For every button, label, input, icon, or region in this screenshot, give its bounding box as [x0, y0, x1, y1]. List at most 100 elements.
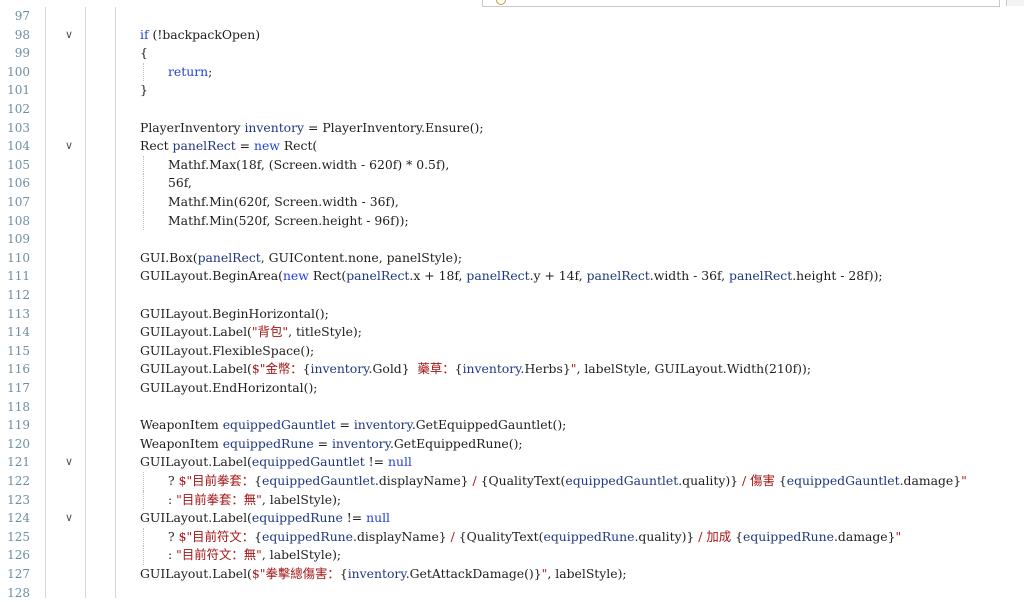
fold-chevron-icon[interactable]: ∨	[62, 26, 76, 44]
code-token: .y + 14f,	[529, 268, 587, 284]
code-text: PlayerInventory inventory = PlayerInvent…	[140, 119, 484, 137]
code-line[interactable]: 105 Mathf.Max(18f, (Screen.width - 620f) …	[0, 155, 1024, 175]
code-text: }	[140, 81, 148, 99]
code-line[interactable]: 108 Mathf.Min(520f, Screen.height - 96f))…	[0, 211, 1024, 231]
code-token: panelRect	[466, 268, 530, 284]
line-number: 99	[14, 46, 30, 61]
code-line[interactable]: 97	[0, 7, 1024, 25]
code-line[interactable]: 114 GUILayout.Label("背包", titleStyle);	[0, 323, 1024, 341]
code-line[interactable]: 101}	[0, 81, 1024, 99]
code-line[interactable]: 109	[0, 230, 1024, 248]
code-line[interactable]: 117 GUILayout.EndHorizontal();	[0, 379, 1024, 397]
code-token: .GetEquippedGauntlet();	[411, 417, 567, 433]
code-token: "目前拳套：無"	[176, 491, 262, 507]
code-line[interactable]: 115 GUILayout.FlexibleSpace();	[0, 342, 1024, 360]
indent-guide	[143, 490, 144, 510]
code-token: :	[168, 491, 177, 507]
code-token: "	[895, 528, 902, 544]
code-line[interactable]: 112	[0, 286, 1024, 304]
code-line[interactable]: 111 GUILayout.BeginArea(new Rect(panelRec…	[0, 267, 1024, 285]
code-token: "目前符文：無"	[176, 547, 262, 563]
code-line[interactable]: 118	[0, 398, 1024, 416]
code-line[interactable]: 121 ∨ GUILayout.Label(equippedGauntlet != …	[0, 453, 1024, 471]
indent-guide	[143, 546, 144, 565]
code-token: null	[366, 510, 390, 526]
code-token: =	[335, 417, 354, 433]
code-token: (!backpackOpen)	[148, 26, 261, 42]
code-token: Rect(	[308, 268, 347, 284]
indent-guide	[143, 472, 144, 491]
line-number: 113	[7, 306, 30, 321]
code-line[interactable]: 113 GUILayout.BeginHorizontal();	[0, 305, 1024, 323]
code-line[interactable]: 125? $"目前符文：{equippedRune.displayName} /…	[0, 527, 1024, 547]
code-text: Mathf.Max(18f, (Screen.width - 620f) * 0…	[168, 156, 449, 174]
code-line[interactable]: 123: "目前拳套：無", labelStyle);	[0, 490, 1024, 510]
code-text: return;	[168, 63, 212, 81]
line-number: 118	[7, 399, 30, 414]
code-token: !=	[364, 454, 388, 470]
code-token: {	[140, 45, 148, 61]
code-token: GUILayout.BeginHorizontal();	[140, 305, 329, 321]
code-line[interactable]: 106 56f,	[0, 174, 1024, 193]
code-text: {	[140, 44, 148, 62]
code-token: equippedRune	[222, 435, 314, 451]
code-token: GUILayout.FlexibleSpace();	[140, 342, 315, 358]
code-token: .height - 28f));	[792, 268, 883, 284]
code-text: GUILayout.FlexibleSpace();	[140, 342, 314, 360]
code-token: GUILayout.BeginArea(	[140, 268, 283, 284]
code-line[interactable]: 100 return;	[0, 62, 1024, 82]
code-token: equippedGauntlet	[786, 473, 900, 488]
code-line[interactable]: 104 ∨ Rect panelRect = new Rect(	[0, 137, 1024, 155]
indent-guide	[143, 62, 144, 82]
code-line[interactable]: 98 ∨ if (!backpackOpen)	[0, 26, 1024, 44]
code-line[interactable]: 127 GUILayout.Label($"拳擊總傷害：{inventory.Ge…	[0, 565, 1024, 583]
fold-chevron-icon[interactable]: ∨	[62, 453, 76, 471]
code-line[interactable]: 124 ∨ GUILayout.Label(equippedRune != null	[0, 509, 1024, 527]
split-button[interactable]	[1006, 0, 1024, 6]
code-line[interactable]: 120 WeaponItem equippedRune = inventory.G…	[0, 435, 1024, 453]
code-text: ? $"目前符文：{equippedRune.displayName} / {Q…	[168, 528, 901, 546]
code-token: .GetEquippedRune();	[389, 435, 523, 451]
code-token: Mathf.Min(620f, Screen.width - 36f),	[168, 194, 399, 209]
code-line[interactable]: 126: "目前符文：無", labelStyle);	[0, 546, 1024, 565]
code-token: , labelStyle, GUILayout.Width(210f));	[576, 361, 812, 377]
code-line[interactable]: 110 GUI.Box(panelRect, GUIContent.none, p…	[0, 249, 1024, 267]
code-token: $"目前符文：	[178, 528, 255, 544]
code-token: Mathf.Min(520f, Screen.height - 96f));	[168, 212, 409, 228]
code-token: /	[468, 473, 481, 488]
code-line[interactable]: 119 WeaponItem equippedGauntlet = invento…	[0, 416, 1024, 434]
code-token: "	[961, 473, 967, 488]
code-token: equippedGauntlet	[565, 473, 679, 488]
fold-chevron-icon[interactable]: ∨	[62, 509, 76, 527]
code-token: .Gold}	[368, 361, 410, 377]
code-token: $"目前拳套：	[178, 473, 255, 488]
code-line[interactable]: 99 {	[0, 44, 1024, 62]
code-token: , titleStyle);	[288, 324, 362, 340]
code-token: inventory	[353, 417, 412, 433]
code-token: equippedGauntlet	[262, 473, 375, 488]
line-number: 127	[7, 567, 30, 581]
line-number: 105	[7, 157, 30, 172]
code-line[interactable]: 122? $"目前拳套：{equippedGauntlet.displayNam…	[0, 472, 1024, 491]
code-line[interactable]: 128	[0, 584, 1024, 602]
code-token: if	[140, 26, 149, 42]
code-token: {	[302, 361, 311, 377]
code-token: {	[778, 473, 787, 488]
code-text: GUILayout.Label($"拳擊總傷害：{inventory.GetAt…	[140, 565, 627, 583]
code-text: if (!backpackOpen)	[140, 26, 260, 44]
fold-chevron-icon[interactable]: ∨	[62, 137, 76, 155]
line-number: 100	[7, 64, 30, 79]
code-token: , labelStyle);	[261, 547, 342, 563]
code-line[interactable]: 102	[0, 100, 1024, 118]
navigation-bar[interactable]	[482, 0, 1000, 7]
code-line[interactable]: 107 Mathf.Min(620f, Screen.width - 36f),	[0, 193, 1024, 212]
code-token: {	[339, 566, 348, 581]
code-token: equippedGauntlet	[251, 454, 365, 470]
line-number: 126	[7, 548, 30, 563]
code-line[interactable]: 103 PlayerInventory inventory = PlayerInv…	[0, 119, 1024, 137]
code-token: equippedRune	[543, 528, 635, 544]
code-line[interactable]: 116 GUILayout.Label($"金幣：{inventory.Gold}…	[0, 360, 1024, 378]
code-editor[interactable]: 97 98 ∨ if (!backpackOpen) 99{100 return; 101}…	[0, 7, 1024, 600]
code-token: $"金幣：	[251, 361, 303, 377]
code-token: panelRect	[197, 249, 261, 265]
